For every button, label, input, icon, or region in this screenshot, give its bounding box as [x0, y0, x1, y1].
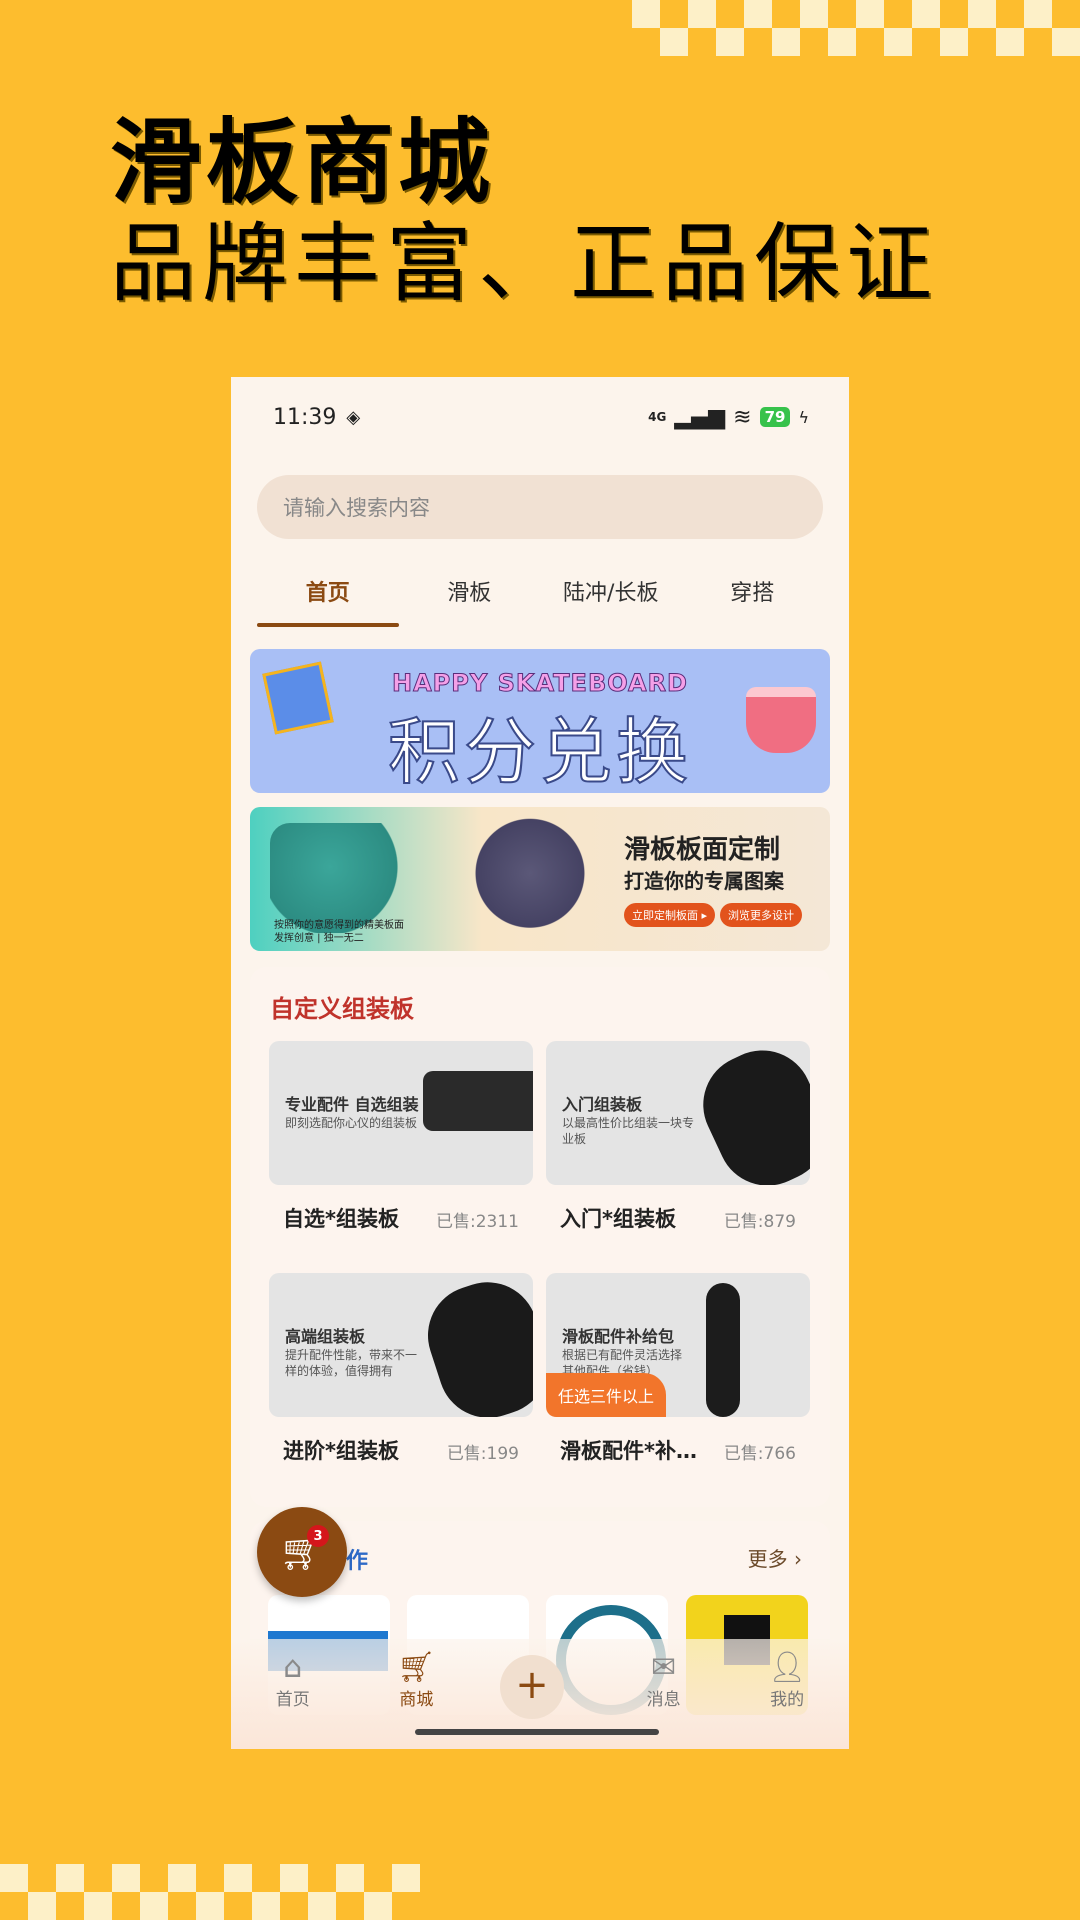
banner-title: 滑板板面定制 [624, 835, 781, 865]
search-input[interactable]: 请输入搜索内容 [257, 475, 823, 539]
promo-subtitle: 品牌丰富、正品保证 [110, 214, 938, 315]
nav-profile[interactable]: 👤︎ 我的 [747, 1650, 827, 1711]
product-image: 滑板配件补给包 根据已有配件灵活选择其他配件（省钱） 任选三件以上 [546, 1273, 810, 1417]
deck-illustration [706, 1283, 740, 1417]
nav-messages[interactable]: ✉ 消息 [624, 1650, 704, 1711]
nav-label: 消息 [646, 1690, 681, 1710]
plus-icon: + [499, 1655, 564, 1719]
checker-pattern-bottom [0, 1864, 420, 1920]
network-label: 4G [648, 410, 667, 424]
customize-now-button[interactable]: 立即定制板面 ▸ [624, 903, 716, 927]
nav-plus[interactable]: + [499, 1651, 580, 1719]
banner-note: 按照你的意愿得到的精美板面 发挥创意 | 独一无二 [274, 920, 404, 944]
tab-home[interactable]: 首页 [257, 565, 399, 627]
tab-surfskate-longboard[interactable]: 陆冲/长板 [540, 565, 682, 625]
cake-icon [746, 687, 816, 753]
product-name: 入门*组装板 [560, 1207, 676, 1231]
home-icon: ⌂ [283, 1650, 303, 1685]
status-bar: 11:39 ◈ 4G ▂▄▆ ≋ 79 ϟ [231, 377, 849, 457]
product-sold-count: 已售:879 [723, 1212, 796, 1232]
more-link[interactable]: 更多 › [748, 1543, 802, 1572]
product-image: 专业配件 自选组装 即刻选配你心仪的组装板 [269, 1041, 533, 1185]
browse-designs-button[interactable]: 浏览更多设计 [720, 903, 802, 927]
tab-outfit[interactable]: 穿搭 [682, 565, 824, 625]
product-sold-count: 已售:766 [723, 1444, 796, 1464]
product-image-desc: 以最高性价比组装一块专业板 [562, 1116, 695, 1147]
designer-illustration [270, 823, 420, 933]
points-exchange-banner[interactable]: HAPPY SKATEBOARD 积分兑换 [250, 649, 830, 793]
product-image-title: 高端组装板 [285, 1327, 366, 1346]
truck-illustration [423, 1071, 533, 1131]
product-image: 高端组装板 提升配件性能，带来不一样的体验，值得拥有 [269, 1273, 533, 1417]
product-image-desc: 即刻选配你心仪的组装板 [285, 1116, 418, 1130]
product-sold-count: 已售:199 [446, 1444, 519, 1464]
product-sold-count: 已售:2311 [436, 1212, 519, 1232]
signal-icon: ▂▄▆ [674, 404, 726, 430]
nav-label: 首页 [275, 1690, 310, 1710]
banner-subtitle: 打造你的专属图案 [624, 869, 784, 893]
nav-label: 商城 [399, 1690, 434, 1710]
product-card[interactable]: 滑板配件补给包 根据已有配件灵活选择其他配件（省钱） 任选三件以上 滑板配件*补… [546, 1273, 810, 1464]
deck-illustration [414, 1273, 533, 1417]
battery-indicator: 79 [759, 407, 791, 427]
product-card[interactable]: 专业配件 自选组装 即刻选配你心仪的组装板 自选*组装板 已售:2311 [269, 1041, 533, 1232]
nav-home[interactable]: ⌂ 首页 [253, 1650, 333, 1711]
wifi-icon: ≋ [733, 404, 752, 430]
product-name: 进阶*组装板 [283, 1439, 399, 1463]
category-tabs: 首页 滑板 陆冲/长板 穿搭 [257, 565, 824, 627]
promo-title: 滑板商城 [110, 109, 495, 216]
cart-fab[interactable]: 🛒︎ 3 [257, 1507, 347, 1597]
promo-headline: 滑板商城 品牌丰富、正品保证 [110, 112, 938, 314]
custom-assembly-section: 自定义组装板 专业配件 自选组装 即刻选配你心仪的组装板 自选*组装板 已售:2… [250, 967, 830, 1507]
skater-illustration [460, 817, 600, 942]
section-title: 自定义组装板 [270, 995, 414, 1023]
product-image-title: 专业配件 自选组装 [285, 1095, 419, 1114]
checker-pattern-top [632, 0, 1080, 56]
product-name: 滑板配件*补给包 [560, 1439, 710, 1463]
product-image-desc: 提升配件性能，带来不一样的体验，值得拥有 [285, 1348, 418, 1379]
deck-illustration [686, 1041, 810, 1185]
product-image: 入门组装板 以最高性价比组装一块专业板 [546, 1041, 810, 1185]
product-name: 自选*组装板 [283, 1207, 399, 1231]
bottom-navigation: ⌂ 首页 🛒︎ 商城 + ✉ 消息 👤︎ 我的 [231, 1639, 849, 1749]
custom-deck-banner[interactable]: 按照你的意愿得到的精美板面 发挥创意 | 独一无二 滑板板面定制 打造你的专属图… [250, 807, 830, 951]
cart-icon: 🛒︎ [397, 1650, 436, 1685]
home-indicator [415, 1729, 659, 1735]
charging-icon: ϟ [798, 407, 809, 427]
phone-screen: 11:39 ◈ 4G ▂▄▆ ≋ 79 ϟ 请输入搜索内容 首页 滑板 陆冲/长… [231, 377, 849, 1749]
user-icon: 👤︎ [768, 1650, 807, 1685]
nfc-icon: ◈ [346, 406, 361, 428]
nav-label: 我的 [770, 1690, 805, 1710]
product-image-title: 滑板配件补给包 [562, 1327, 675, 1346]
banner-title: 积分兑换 [387, 709, 692, 793]
section-title: 作 [346, 1549, 369, 1574]
product-card[interactable]: 高端组装板 提升配件性能，带来不一样的体验，值得拥有 进阶*组装板 已售:199 [269, 1273, 533, 1464]
nav-mall[interactable]: 🛒︎ 商城 [376, 1650, 456, 1711]
promo-tag: 任选三件以上 [546, 1373, 667, 1417]
status-time: 11:39 [273, 404, 337, 430]
tab-skateboard[interactable]: 滑板 [399, 565, 541, 625]
cart-count-badge: 3 [307, 1525, 329, 1547]
message-icon: ✉ [651, 1650, 677, 1685]
product-card[interactable]: 入门组装板 以最高性价比组装一块专业板 入门*组装板 已售:879 [546, 1041, 810, 1232]
product-image-title: 入门组装板 [562, 1095, 643, 1114]
